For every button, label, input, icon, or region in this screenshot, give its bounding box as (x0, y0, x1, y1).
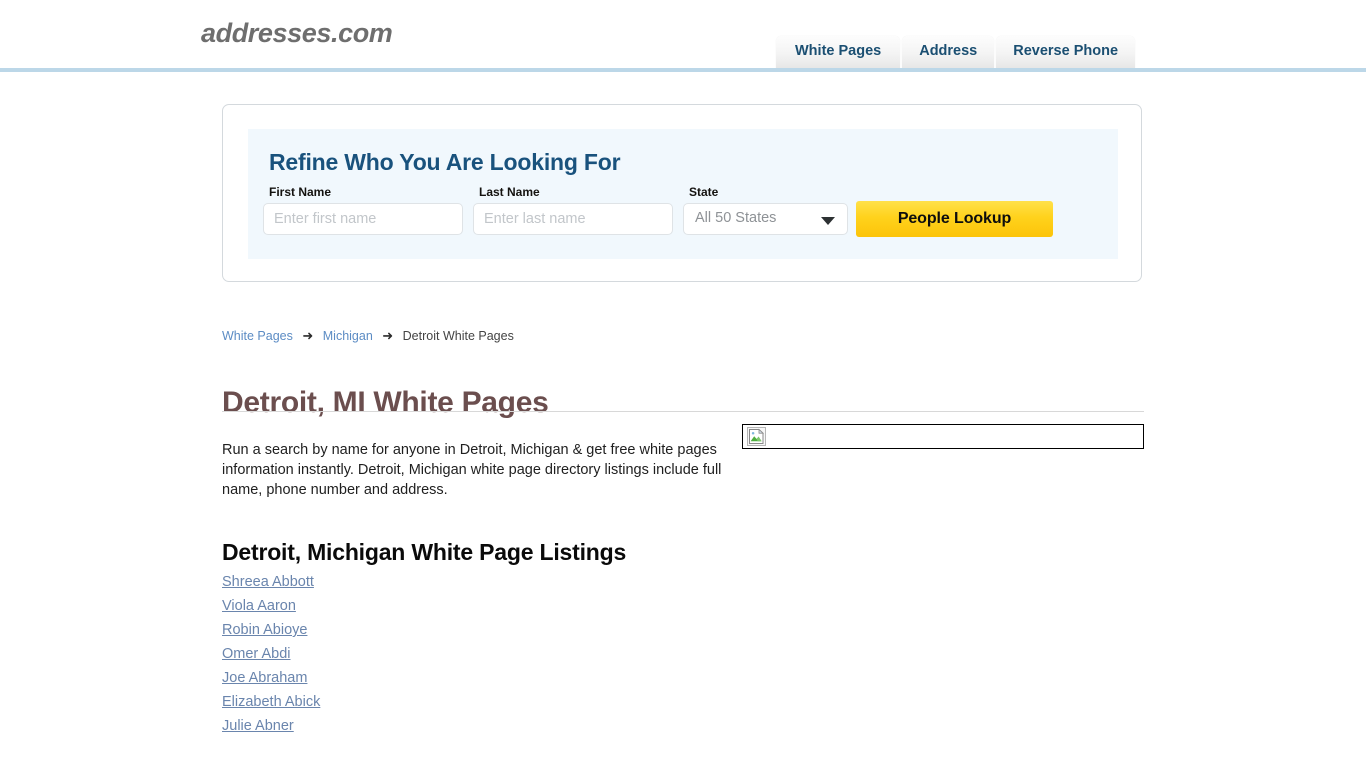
list-item[interactable]: Shreea Abbott (222, 570, 314, 594)
last-name-label: Last Name (479, 185, 540, 199)
search-panel-title: Refine Who You Are Looking For (269, 149, 621, 175)
breadcrumb-item-current: Detroit White Pages (402, 329, 514, 343)
list-item[interactable]: Robin Abioye (222, 618, 307, 642)
search-panel: Refine Who You Are Looking For First Nam… (222, 104, 1142, 282)
state-select-value: All 50 States (695, 210, 777, 226)
tab-white-pages[interactable]: White Pages (776, 36, 901, 68)
list-item[interactable]: Julie Abner (222, 714, 294, 738)
first-name-label: First Name (269, 185, 332, 199)
list-item[interactable]: Omer Abdi (222, 642, 291, 666)
people-lookup-button[interactable]: People Lookup (856, 201, 1053, 237)
breadcrumb-item-michigan[interactable]: Michigan (323, 329, 373, 343)
state-select[interactable]: All 50 States (683, 203, 848, 235)
state-label: State (689, 185, 719, 199)
breadcrumb: White Pages ➜ Michigan ➜ Detroit White P… (222, 328, 514, 344)
tab-reverse-phone[interactable]: Reverse Phone (996, 36, 1136, 68)
breadcrumb-item-white-pages[interactable]: White Pages (222, 329, 293, 343)
tab-address[interactable]: Address (902, 36, 995, 68)
page-title: Detroit, MI White Pages (222, 386, 549, 420)
search-panel-inner: Refine Who You Are Looking For First Nam… (248, 129, 1118, 259)
primary-navigation: White Pages Address Reverse Phone (776, 36, 1137, 68)
listings-heading: Detroit, Michigan White Page Listings (222, 539, 627, 566)
intro-paragraph: Run a search by name for anyone in Detro… (222, 441, 722, 498)
first-name-input[interactable] (263, 203, 463, 235)
list-item[interactable]: Joe Abraham (222, 666, 307, 690)
header-divider (0, 68, 1366, 72)
broken-image-placeholder (742, 424, 1144, 449)
breadcrumb-arrow-icon: ➜ (302, 328, 314, 343)
site-header: addresses.com White Pages Address Revers… (0, 0, 1366, 68)
listings-list: Shreea Abbott Viola Aaron Robin Abioye O… (222, 570, 642, 738)
list-item[interactable]: Viola Aaron (222, 594, 296, 618)
last-name-input[interactable] (473, 203, 673, 235)
site-logo[interactable]: addresses.com (201, 18, 393, 49)
breadcrumb-arrow-icon: ➜ (382, 328, 394, 343)
broken-image-icon (747, 427, 766, 446)
title-divider (222, 411, 1144, 412)
list-item[interactable]: Elizabeth Abick (222, 690, 320, 714)
chevron-down-icon (821, 217, 835, 225)
